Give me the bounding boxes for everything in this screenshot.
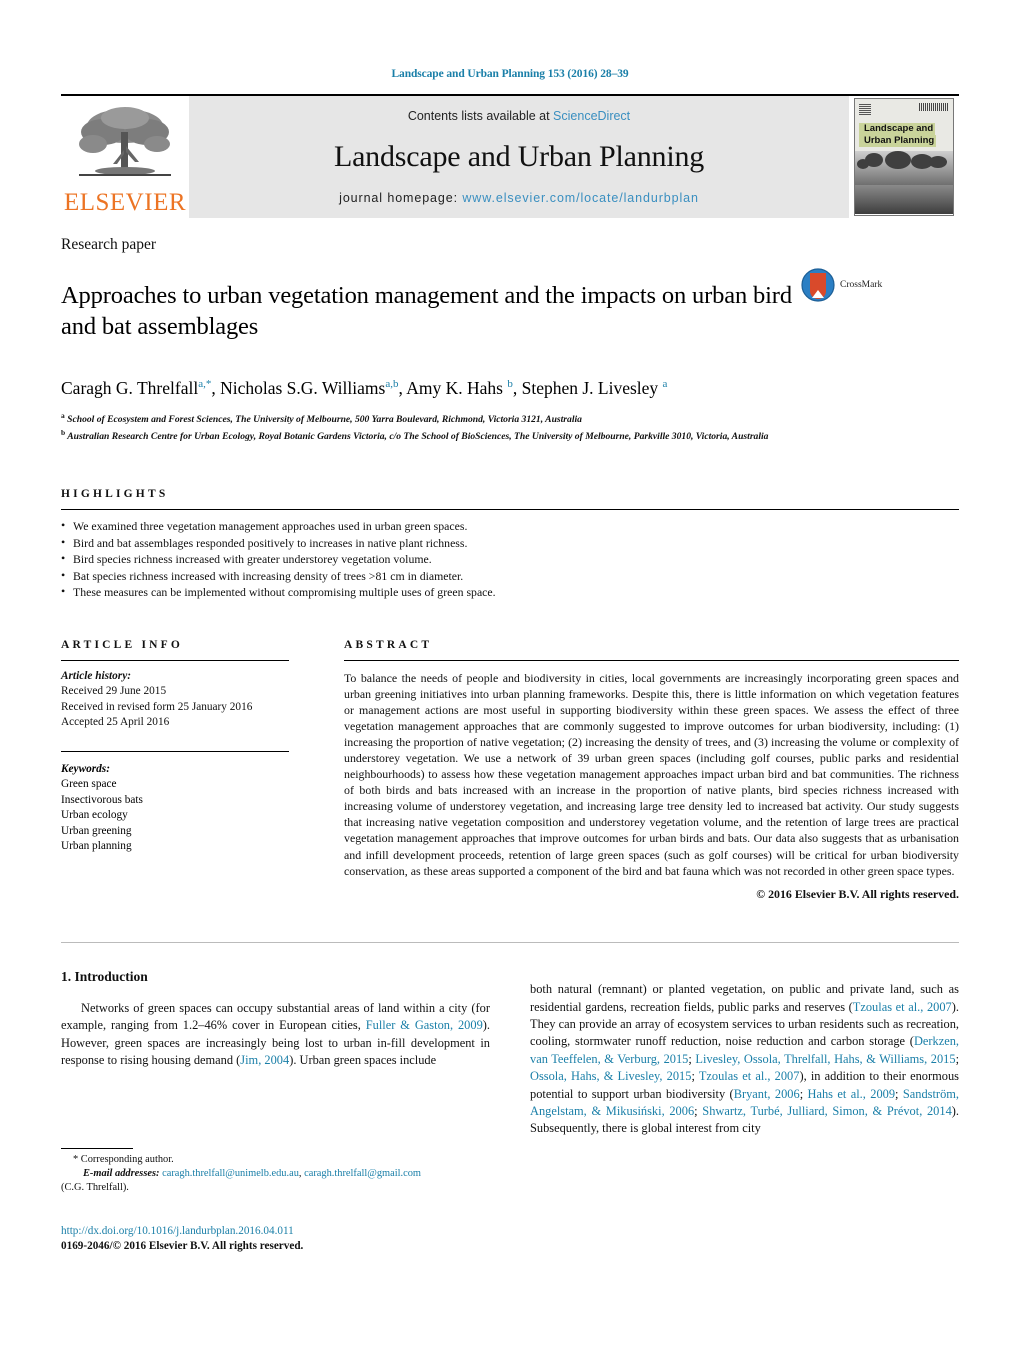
article-history: Article history: Received 29 June 2015 R…: [61, 669, 344, 731]
keyword-item: Green space: [61, 778, 117, 791]
cover-title: Landscape and Urban Planning: [859, 123, 949, 147]
keyword-item: Insectivorous bats: [61, 793, 143, 806]
issn-copyright-line: 0169-2046/© 2016 Elsevier B.V. All right…: [61, 1240, 304, 1252]
email-link-1[interactable]: caragh.threlfall@unimelb.edu.au: [162, 1168, 299, 1179]
abstract-label: ABSTRACT: [344, 638, 433, 651]
cover-barcode-icon: [919, 103, 949, 111]
abstract-divider: [344, 659, 959, 661]
list-item: Bird species richness increased with gre…: [61, 550, 959, 568]
info-abstract-row: ARTICLE INFO Article history: Received 2…: [61, 639, 959, 902]
journal-cover-thumbnail: Landscape and Urban Planning: [849, 96, 959, 218]
page-title: Approaches to urban vegetation managemen…: [61, 282, 792, 341]
sciencedirect-link[interactable]: ScienceDirect: [553, 109, 630, 123]
cover-header: Landscape and Urban Planning: [855, 99, 953, 151]
history-item: Received in revised form 25 January 2016: [61, 700, 253, 713]
cover-title-line1: Landscape and: [859, 123, 936, 135]
list-item: We examined three vegetation management …: [61, 517, 959, 535]
keywords-label: Keywords:: [61, 762, 110, 775]
intro-paragraph-left: Networks of green spaces can occupy subs…: [61, 1000, 490, 1067]
article-info-divider: [61, 659, 289, 661]
corresponding-author-note: * Corresponding author.: [73, 1154, 174, 1165]
article-info-section: ARTICLE INFO Article history: Received 2…: [61, 639, 344, 902]
abstract-text: To balance the needs of people and biodi…: [344, 670, 959, 878]
cover-photo-wall: [855, 185, 953, 214]
list-item: Bat species richness increased with incr…: [61, 567, 959, 585]
running-head: Landscape and Urban Planning 153 (2016) …: [391, 68, 629, 80]
affiliation-b-text: Australian Research Centre for Urban Eco…: [67, 431, 769, 443]
cover-image: Landscape and Urban Planning: [854, 98, 954, 216]
cover-title-line2: Urban Planning: [859, 135, 937, 147]
article-type: Research paper: [61, 236, 157, 253]
keyword-item: Urban planning: [61, 840, 132, 853]
footnote-text: * Corresponding author. E-mail addresses…: [61, 1153, 490, 1196]
highlights-divider: [61, 509, 959, 511]
elsevier-logo: ELSEVIER: [61, 96, 189, 218]
body-columns: 1. Introduction Networks of green spaces…: [61, 969, 959, 1150]
column-left: 1. Introduction Networks of green spaces…: [61, 969, 490, 1150]
abstract-section: ABSTRACT To balance the needs of people …: [344, 639, 959, 902]
journal-homepage-line: journal homepage: www.elsevier.com/locat…: [189, 191, 849, 205]
elsevier-wordmark: ELSEVIER: [63, 189, 187, 216]
highlights-list: We examined three vegetation management …: [61, 517, 959, 601]
crossmark-badge-group[interactable]: CrossMark: [801, 264, 911, 302]
highlights-section: HIGHLIGHTS We examined three vegetation …: [61, 488, 959, 601]
column-right: both natural (remnant) or planted vegeta…: [530, 969, 959, 1150]
cover-publisher-mark-icon: [859, 103, 871, 115]
intro-paragraph-right: both natural (remnant) or planted vegeta…: [530, 982, 960, 1136]
history-item: Accepted 25 April 2016: [61, 716, 170, 729]
affiliation-a: a School of Ecosystem and Forest Science…: [61, 410, 582, 425]
article-info-label: ARTICLE INFO: [61, 638, 184, 651]
email-addresses-label: E-mail addresses:: [83, 1168, 160, 1180]
contents-list-line: Contents lists available at ScienceDirec…: [189, 109, 849, 123]
masthead-center: Contents lists available at ScienceDirec…: [189, 96, 849, 218]
author-list: Caragh G. Threlfalla,*, Nicholas S.G. Wi…: [61, 377, 668, 398]
list-item: These measures can be implemented withou…: [61, 583, 959, 601]
footnote-divider: [61, 1148, 133, 1149]
crossmark-label: CrossMark: [840, 280, 883, 290]
keywords-block: Keywords: Green space Insectivorous bats…: [61, 750, 289, 855]
affiliation-b: b Australian Research Centre for Urban E…: [61, 428, 769, 443]
journal-article-page: Landscape and Urban Planning 153 (2016) …: [0, 0, 1020, 1351]
title-row: Approaches to urban vegetation managemen…: [61, 264, 959, 359]
introduction-heading: 1. Introduction: [61, 968, 148, 984]
keyword-item: Urban greening: [61, 824, 132, 837]
footer-block: http://dx.doi.org/10.1016/j.landurbplan.…: [61, 1224, 521, 1254]
journal-homepage-link[interactable]: www.elsevier.com/locate/landurbplan: [462, 191, 698, 205]
homepage-prefix: journal homepage:: [339, 191, 463, 205]
email-link-2[interactable]: caragh.threlfall@gmail.com: [304, 1168, 421, 1179]
highlights-label: HIGHLIGHTS: [61, 488, 169, 501]
cover-photo-trees: [855, 151, 953, 185]
abstract-copyright: © 2016 Elsevier B.V. All rights reserved…: [756, 886, 959, 901]
history-item: Received 29 June 2015: [61, 685, 167, 698]
keyword-item: Urban ecology: [61, 809, 128, 822]
email-owner: (C.G. Threlfall).: [61, 1182, 129, 1194]
body-divider: [61, 941, 959, 943]
footnote-block: * Corresponding author. E-mail addresses…: [61, 1148, 490, 1196]
elsevier-tree-icon: [79, 107, 171, 176]
list-item: Bird and bat assemblages responded posit…: [61, 534, 959, 552]
affiliations: a School of Ecosystem and Forest Science…: [61, 409, 959, 444]
doi-link[interactable]: http://dx.doi.org/10.1016/j.landurbplan.…: [61, 1224, 521, 1239]
affiliation-a-text: School of Ecosystem and Forest Sciences,…: [67, 413, 582, 425]
contents-prefix: Contents lists available at: [407, 109, 554, 123]
journal-masthead: ELSEVIER Contents lists available at Sci…: [61, 94, 959, 218]
article-history-label: Article history:: [61, 669, 131, 682]
crossmark-icon: [801, 268, 835, 302]
journal-title: Landscape and Urban Planning: [333, 140, 705, 173]
